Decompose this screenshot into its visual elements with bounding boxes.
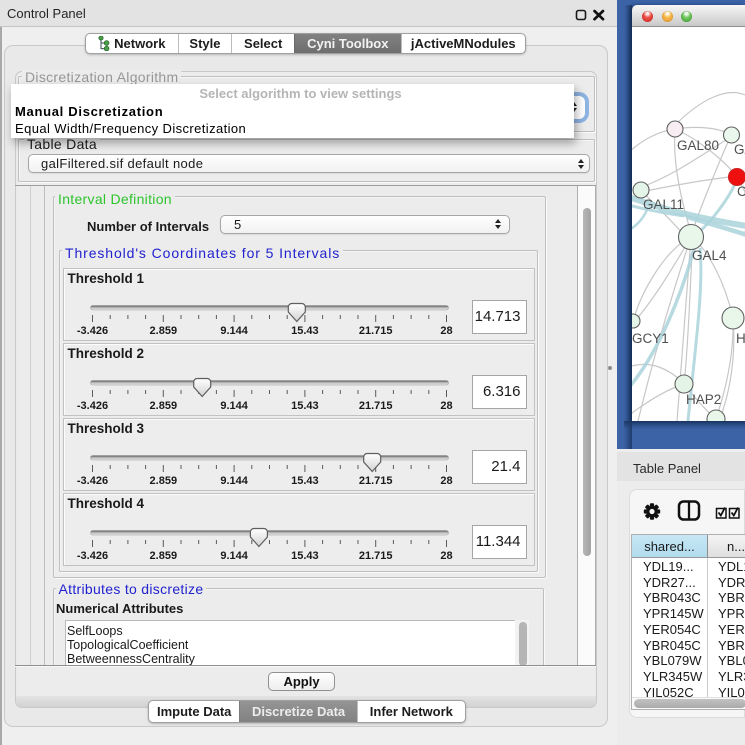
svg-text:-3.426: -3.426 — [76, 325, 107, 337]
svg-text:2.859: 2.859 — [149, 325, 177, 337]
svg-text:2.859: 2.859 — [149, 400, 177, 412]
svg-text:9.144: 9.144 — [220, 550, 248, 562]
svg-text:28: 28 — [440, 325, 452, 337]
svg-text:15.43: 15.43 — [291, 325, 319, 337]
svg-text:28: 28 — [440, 550, 452, 562]
svg-text:GAL: GAL — [734, 142, 745, 157]
svg-text:28: 28 — [440, 475, 452, 487]
svg-text:9.144: 9.144 — [220, 325, 248, 337]
svg-text:2.859: 2.859 — [149, 475, 177, 487]
svg-text:21.715: 21.715 — [358, 325, 392, 337]
svg-text:15.43: 15.43 — [291, 475, 319, 487]
svg-text:28: 28 — [440, 400, 452, 412]
svg-text:GAL4: GAL4 — [692, 248, 727, 263]
svg-text:9.144: 9.144 — [220, 400, 248, 412]
svg-text:C: C — [737, 184, 745, 199]
svg-text:GAL11: GAL11 — [643, 197, 684, 212]
svg-text:21.715: 21.715 — [358, 550, 392, 562]
svg-text:21.715: 21.715 — [358, 400, 392, 412]
svg-text:H: H — [736, 331, 745, 346]
svg-text:15.43: 15.43 — [291, 400, 319, 412]
svg-text:2.859: 2.859 — [149, 550, 177, 562]
svg-text:GCY1: GCY1 — [632, 331, 669, 346]
svg-text:GAL80: GAL80 — [677, 138, 719, 153]
svg-text:HAP2: HAP2 — [686, 392, 721, 407]
svg-text:-3.426: -3.426 — [76, 400, 107, 412]
svg-text:-3.426: -3.426 — [76, 475, 107, 487]
svg-text:9.144: 9.144 — [220, 475, 248, 487]
svg-text:21.715: 21.715 — [358, 475, 392, 487]
svg-text:-3.426: -3.426 — [76, 550, 107, 562]
svg-text:15.43: 15.43 — [291, 550, 319, 562]
